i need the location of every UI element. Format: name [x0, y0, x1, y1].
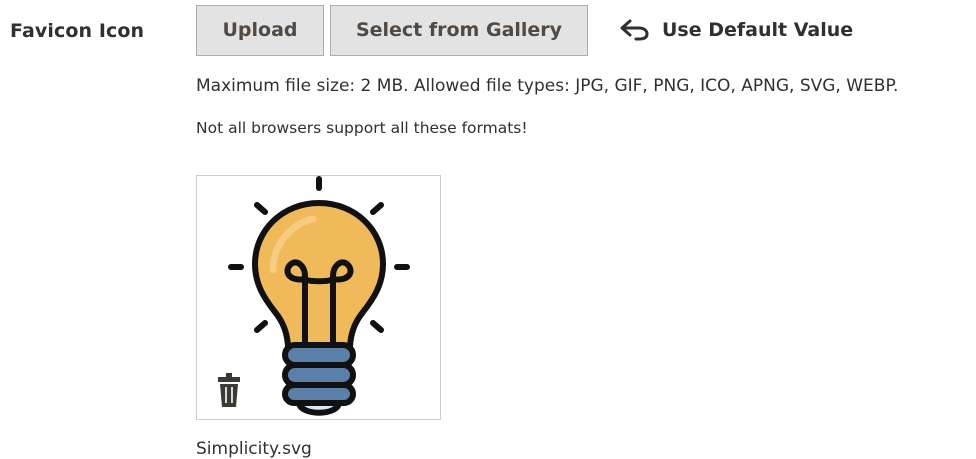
use-default-value-control[interactable]: Use Default Value	[619, 14, 853, 46]
use-default-value-label: Use Default Value	[662, 19, 854, 41]
file-limits-note: Maximum file size: 2 MB. Allowed file ty…	[196, 76, 899, 96]
image-preview	[196, 175, 441, 420]
upload-button[interactable]: Upload	[196, 5, 324, 56]
favicon-icon-label: Favicon Icon	[10, 20, 145, 42]
browser-support-note: Not all browsers support all these forma…	[196, 119, 528, 137]
trash-icon[interactable]	[217, 372, 241, 408]
file-name: Simplicity.svg	[196, 439, 312, 459]
undo-arrow-icon	[620, 19, 649, 41]
lightbulb-icon	[228, 176, 410, 416]
select-from-gallery-button[interactable]: Select from Gallery	[330, 5, 588, 56]
